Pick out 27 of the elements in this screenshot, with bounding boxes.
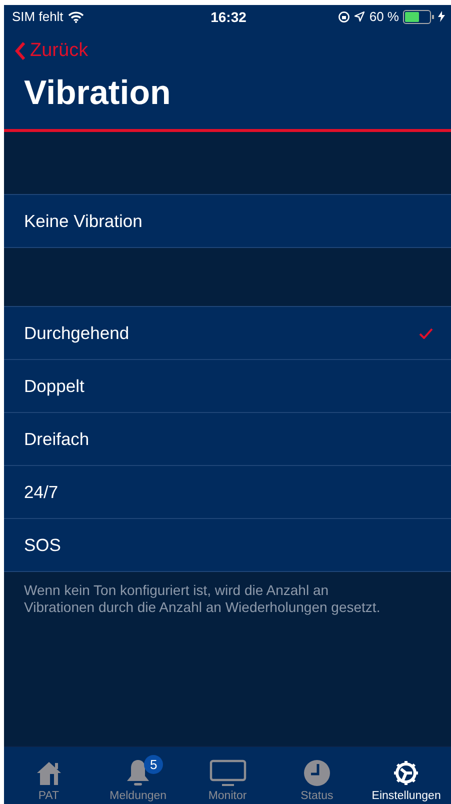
rotation-lock-icon	[338, 10, 350, 22]
tab-item[interactable]: PAT	[4, 747, 94, 804]
option-row[interactable]: 24/7	[4, 465, 451, 518]
footer-note: Wenn kein Ton konfiguriert ist, wird die Anzahl an Vibrationen durch die Anzahl an Wiederholungen gesetzt.	[23, 581, 382, 617]
tab-item[interactable]: Einstellungen	[362, 747, 451, 804]
battery-icon	[403, 10, 434, 24]
monitor-icon	[208, 759, 247, 787]
option-row[interactable]: SOS	[4, 518, 451, 571]
clock-icon	[302, 759, 331, 787]
option-row[interactable]: Doppelt	[4, 359, 451, 412]
location-icon	[354, 11, 366, 22]
charging-icon	[438, 11, 445, 22]
page-title: Vibration	[23, 73, 172, 114]
option-row[interactable]: Durchgehend	[4, 307, 451, 359]
option-row[interactable]: Dreifach	[4, 412, 451, 465]
chevron-left-icon	[14, 41, 26, 61]
wifi-icon	[68, 10, 84, 22]
battery-percent: 60 %	[369, 9, 399, 24]
checkmark-icon	[419, 328, 433, 338]
clock-time: 16:32	[210, 8, 246, 24]
tab-item[interactable]: 5 Meldungen	[93, 747, 183, 804]
option-row[interactable]: Keine Vibration	[4, 195, 451, 247]
tab-item[interactable]: Monitor	[182, 747, 272, 804]
notification-badge: 5	[144, 755, 164, 774]
carrier-text: SIM fehlt	[12, 9, 64, 24]
house-icon	[34, 759, 63, 787]
tab-item[interactable]: Status	[272, 747, 362, 804]
